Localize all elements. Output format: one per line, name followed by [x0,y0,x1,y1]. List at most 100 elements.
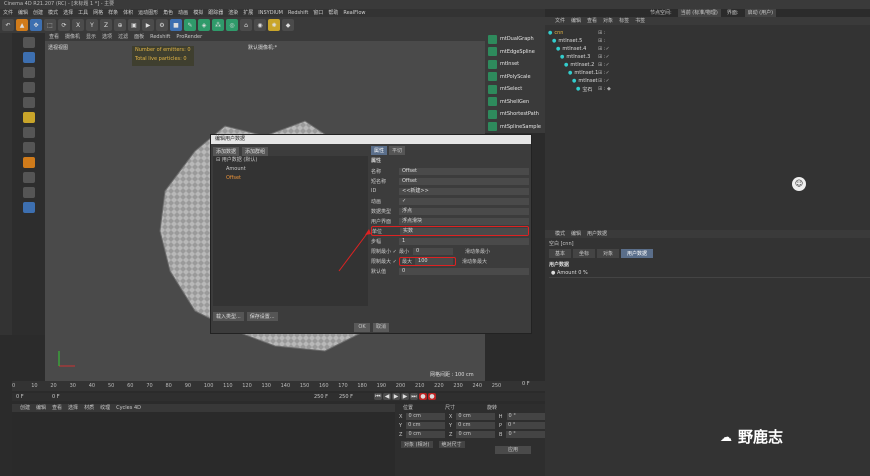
scale-icon[interactable]: ⬚ [44,19,56,31]
sculpt-icon[interactable] [22,187,35,198]
paint-icon[interactable] [22,172,35,183]
property-value[interactable]: 实数 [400,227,528,235]
viewport-menu-item[interactable]: 摄像机 [65,33,80,41]
cube-icon[interactable]: ■ [170,19,182,31]
object-row[interactable]: ● mtInset.4 ⊞ :✓ [548,45,868,53]
position-field[interactable]: 0 cm [406,413,445,420]
menu-item[interactable]: 跟踪器 [208,9,223,17]
max-limit-label[interactable]: 限制最大 ✓ [371,258,399,265]
axis-y-icon[interactable]: Y [86,19,98,31]
axis-x-icon[interactable]: X [72,19,84,31]
material-menu-item[interactable]: 选择 [68,404,78,412]
menu-item[interactable]: 模拟 [193,9,203,17]
size-field[interactable]: 0 cm [456,413,495,420]
material-menu-item[interactable]: 材质 [84,404,94,412]
menu-item[interactable]: RealFlow [343,9,365,17]
object-menu-item[interactable]: 查看 [587,17,597,25]
start-frame[interactable]: 0 F [16,394,24,400]
plugin-item[interactable]: mtSplineSample [485,121,545,134]
rotate-icon[interactable]: ⟳ [58,19,70,31]
select-icon[interactable]: ▲ [16,19,28,31]
apply-button[interactable]: 应用 [495,446,531,454]
menu-item[interactable]: 编辑 [18,9,28,17]
axis-z-icon[interactable]: Z [100,19,112,31]
record-icon[interactable]: ● [419,393,427,400]
camera-label[interactable]: 默认摄像机:* [248,44,277,51]
object-menu-item[interactable]: 书签 [635,17,645,25]
property-value[interactable]: Offset [399,167,529,175]
workplane-icon[interactable] [22,127,35,138]
material-menu-item[interactable]: 编辑 [36,404,46,412]
size-field[interactable]: 0 cm [456,422,496,429]
object-row[interactable]: ● mtInset.5 ⊞ : [548,37,868,45]
plugin-item[interactable]: mtInset [485,58,545,71]
camera-icon[interactable]: ◉ [254,19,266,31]
deformer-icon[interactable]: ◎ [226,19,238,31]
object-menu-item[interactable]: 文件 [555,17,565,25]
end-frame[interactable]: 250 F [314,394,328,400]
coord-mode-select[interactable]: 对象 (相对) [401,441,433,448]
nurbs-icon[interactable]: ◈ [198,19,210,31]
render-settings-icon[interactable]: ⚙ [156,19,168,31]
attribute-tab[interactable]: 基本 [549,249,572,258]
menu-item[interactable]: 文件 [3,9,13,17]
play-icon[interactable]: ▶ [392,393,400,400]
timeline-ruler[interactable]: 0 10 20 30 40 50 60 70 80 90 100 110 120 130 140 150 160… [12,381,545,391]
property-value[interactable]: 浮点滑块 [399,217,529,225]
max-value[interactable]: 100 [415,257,454,265]
object-menu-item[interactable]: 标签 [619,17,629,25]
menu-item[interactable]: 样条 [108,9,118,17]
texture-icon[interactable] [22,202,35,213]
viewport-menu-item[interactable]: 过滤 [118,33,128,41]
attribute-menu-item[interactable]: 模式 [555,230,565,238]
menu-item[interactable]: 扩展 [243,9,253,17]
node-space-value[interactable]: 当前 (标准/物理) [677,9,721,17]
end-frame-2[interactable]: 250 F [339,394,353,400]
viewport-menu-item[interactable]: 显示 [86,33,96,41]
plugin-item[interactable]: mtSelect [485,83,545,96]
menu-item[interactable]: 体积 [123,9,133,17]
material-area[interactable] [12,412,395,476]
coord-size-select[interactable]: 绝对尺寸 [438,441,465,448]
tree-item[interactable]: Offset [213,174,368,183]
undo-icon[interactable]: ↶ [2,19,14,31]
ok-button[interactable]: OK [354,323,370,332]
material-menu-item[interactable]: Cycles 4D [116,404,141,412]
cancel-button[interactable]: 取消 [373,323,389,332]
position-field[interactable]: 0 cm [406,431,445,438]
object-row[interactable]: ● cnn ⊞ : [548,29,868,37]
menu-item[interactable]: 工具 [78,9,88,17]
plugin-item[interactable]: mtPolyScale [485,71,545,84]
plugin-item[interactable]: mtShellGen [485,96,545,109]
attribute-menu-item[interactable]: 用户数据 [587,230,607,238]
menu-item[interactable]: 渲染 [228,9,238,17]
first-frame-icon[interactable]: ⏮ [374,393,382,400]
viewport-menu-item[interactable]: 查看 [49,33,59,41]
mode-model-icon[interactable] [22,37,35,48]
viewport-menu-item[interactable]: Redshift [150,33,170,41]
default-value[interactable]: 0 [399,267,529,275]
lock-icon[interactable] [22,142,35,153]
dialog-tab[interactable]: 属性 [371,146,388,155]
menu-item[interactable]: 创建 [33,9,43,17]
mode-points-icon[interactable] [22,67,35,78]
current-frame[interactable]: 0 F [52,394,60,400]
material-menu-item[interactable]: 创建 [20,404,30,412]
interface-value[interactable]: 启动 (用户) [744,9,777,17]
object-menu-item[interactable]: 对象 [603,17,613,25]
property-value[interactable]: ✓ [399,197,529,205]
menu-item[interactable]: 帮助 [328,9,338,17]
plugin-item[interactable]: mtEdgeSpline [485,46,545,59]
property-value[interactable]: 1 [399,237,529,245]
menu-item[interactable]: 角色 [163,9,173,17]
menu-item[interactable]: 动画 [178,9,188,17]
viewport-menu-item[interactable]: 选项 [102,33,112,41]
scene-icon[interactable]: ⌂ [240,19,252,31]
property-value[interactable]: <<新建>> [399,187,529,195]
save-settings-button[interactable]: 保存设置... [246,312,278,321]
menu-item[interactable]: 运动图形 [138,9,158,17]
rotation-field[interactable]: 0 ° [506,413,545,420]
menu-item[interactable]: 网格 [93,9,103,17]
property-value[interactable]: Offset [399,177,529,185]
attribute-tab[interactable]: 坐标 [573,249,596,258]
